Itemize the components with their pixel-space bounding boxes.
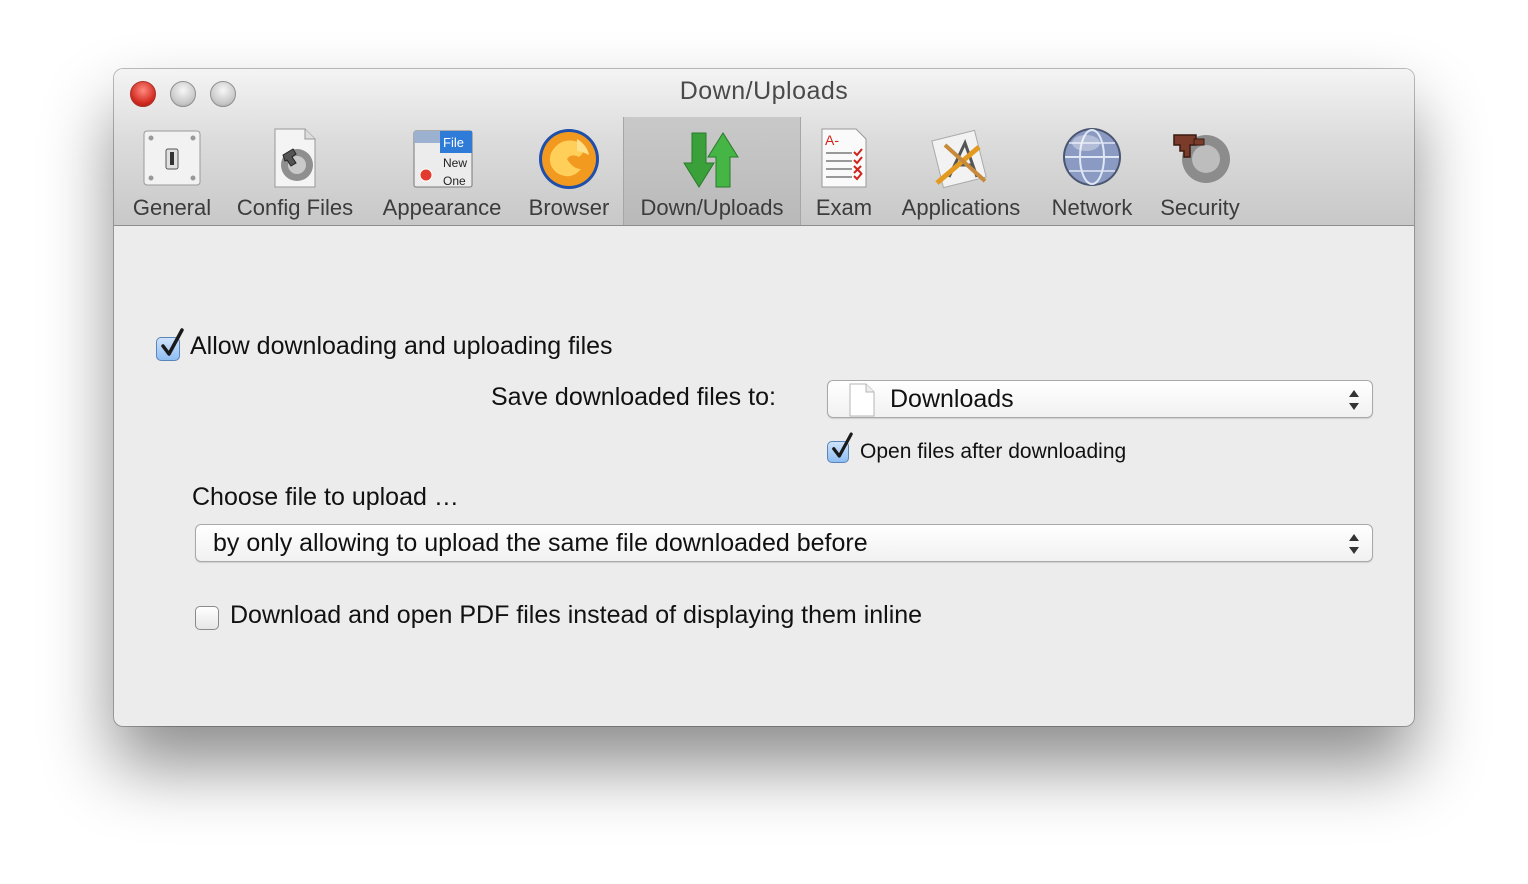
preferences-window: Down/Uploads General Config Files File N… — [114, 69, 1414, 726]
allow-transfers-checkbox[interactable] — [156, 328, 184, 361]
allow-transfers-label[interactable]: Allow downloading and uploading files — [190, 332, 613, 361]
tab-label-appearance: Appearance — [382, 195, 502, 220]
upload-mode-popup[interactable]: by only allowing to upload the same file… — [195, 524, 1373, 562]
tab-exam[interactable]: A- Exam — [807, 117, 881, 225]
tab-label-general: General — [132, 195, 212, 220]
open-after-label[interactable]: Open files after downloading — [860, 440, 1126, 464]
appearance-icon-new-text: New — [443, 156, 467, 170]
switch-icon — [143, 130, 201, 186]
applications-icon — [931, 129, 987, 189]
save-to-value: Downloads — [890, 385, 1014, 413]
checkmark-icon — [832, 432, 853, 458]
network-globe-icon — [1063, 128, 1121, 186]
upload-label: Choose file to upload … — [192, 483, 459, 511]
browser-globe-icon — [539, 129, 599, 189]
checkmark-icon — [161, 328, 184, 356]
tab-general[interactable]: General — [122, 117, 222, 225]
tab-network[interactable]: Network — [1044, 117, 1140, 225]
window-title: Down/Uploads — [679, 77, 849, 105]
config-files-icon — [274, 128, 316, 188]
appearance-icon-one-text: One — [443, 174, 466, 188]
pdf-download-checkbox[interactable] — [195, 606, 219, 630]
exam-document-icon: A- — [821, 128, 867, 188]
tab-label-exam: Exam — [815, 195, 873, 220]
tab-label-browser: Browser — [528, 195, 610, 220]
svg-text:A-: A- — [825, 132, 839, 148]
folder-document-icon — [849, 383, 875, 417]
tab-appearance[interactable]: File New One Appearance — [376, 117, 508, 225]
down-up-arrows-icon — [683, 132, 739, 188]
security-keys-icon — [1173, 134, 1230, 183]
open-after-checkbox[interactable] — [827, 432, 853, 463]
pdf-download-label[interactable]: Download and open PDF files instead of d… — [230, 601, 922, 630]
tab-applications[interactable]: Applications — [894, 117, 1028, 225]
tab-label-network: Network — [1051, 195, 1133, 220]
tab-label-config-files: Config Files — [236, 195, 354, 220]
tab-label-down-uploads: Down/Uploads — [640, 195, 784, 220]
tab-config-files[interactable]: Config Files — [230, 117, 360, 225]
tab-down-uploads[interactable]: Down/Uploads — [623, 117, 801, 225]
save-to-label: Save downloaded files to: — [491, 383, 776, 411]
tab-browser[interactable]: Browser — [520, 117, 618, 225]
popup-arrows-icon — [1349, 534, 1359, 554]
popup-arrows-icon — [1349, 390, 1359, 410]
tab-label-applications: Applications — [901, 195, 1021, 220]
save-to-popup[interactable]: Downloads — [827, 380, 1373, 418]
preferences-pane: Allow downloading and uploading files Sa… — [114, 226, 1414, 726]
tab-label-security: Security — [1160, 195, 1240, 220]
upload-mode-value: by only allowing to upload the same file… — [213, 529, 868, 557]
title-bar: Down/Uploads General Config Files File N… — [114, 69, 1414, 226]
tab-security[interactable]: Security — [1150, 117, 1250, 225]
appearance-icon: File New One — [413, 130, 473, 188]
appearance-icon-file-text: File — [443, 135, 464, 150]
